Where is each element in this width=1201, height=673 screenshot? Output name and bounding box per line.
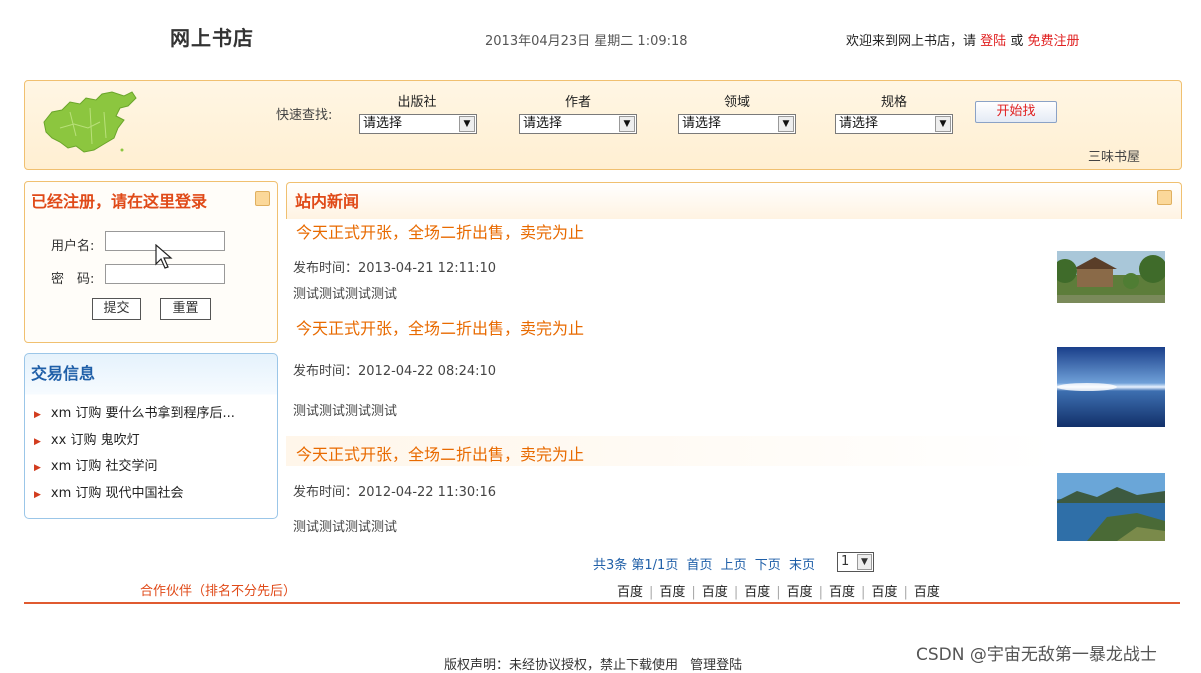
news-panel-header xyxy=(286,182,1182,219)
partner-link[interactable]: 百度 xyxy=(829,585,855,600)
bullet-icon: ▶ xyxy=(34,437,41,447)
page-select-value: 1 xyxy=(841,554,850,569)
news-body: 测试测试测试测试 xyxy=(293,520,398,535)
pager-summary: 共3条 第1/1页 xyxy=(593,558,679,573)
collapse-icon[interactable] xyxy=(255,191,270,206)
reset-button[interactable]: 重置 xyxy=(160,298,211,320)
pagination: 共3条 第1/1页 首页 上页 下页 末页 xyxy=(593,554,819,573)
login-link[interactable]: 登陆 xyxy=(980,34,1006,49)
mouse-cursor-icon xyxy=(155,244,173,269)
next-page-link[interactable]: 下页 xyxy=(755,558,781,573)
dropdown-arrow-icon[interactable]: ▼ xyxy=(459,116,475,132)
collapse-icon[interactable] xyxy=(1157,190,1172,205)
bullet-icon: ▶ xyxy=(34,463,41,473)
news-thumbnail-coast[interactable] xyxy=(1057,473,1165,541)
bullet-icon: ▶ xyxy=(34,490,41,500)
publisher-select[interactable]: 请选择 ▼ xyxy=(359,114,477,134)
partner-link[interactable]: 百度 xyxy=(659,585,685,600)
password-label: 密 码: xyxy=(51,272,95,287)
trade-item[interactable]: ▶ xm 订购 要什么书拿到程序后... xyxy=(34,402,235,421)
store-name: 三味书屋 xyxy=(1088,150,1141,165)
dropdown-arrow-icon[interactable]: ▼ xyxy=(857,554,872,570)
spec-select-value: 请选择 xyxy=(839,116,879,131)
partner-link[interactable]: 百度 xyxy=(744,585,770,600)
partner-link[interactable]: 百度 xyxy=(617,585,643,600)
news-body: 测试测试测试测试 xyxy=(293,287,398,302)
partner-links: 百度 | 百度 | 百度 | 百度 | 百度 | 百度 | 百度 | 百度 xyxy=(617,585,940,600)
field-label: 领域 xyxy=(723,95,750,110)
username-label: 用户名: xyxy=(51,239,95,254)
author-select-value: 请选择 xyxy=(523,116,563,131)
field-select[interactable]: 请选择 ▼ xyxy=(678,114,796,134)
publisher-select-value: 请选择 xyxy=(363,116,403,131)
register-link[interactable]: 免费注册 xyxy=(1027,34,1079,49)
news-title: 站内新闻 xyxy=(295,192,360,211)
trade-info-title: 交易信息 xyxy=(31,364,96,383)
submit-button[interactable]: 提交 xyxy=(92,298,141,320)
footer-text: 版权声明：未经协议授权，禁止下载使用 管理登陆 xyxy=(444,654,742,673)
author-label: 作者 xyxy=(564,95,591,110)
partners-label: 合作伙伴（排名不分先后） xyxy=(140,584,297,599)
trade-item[interactable]: ▶ xx 订购 鬼吹灯 xyxy=(34,429,140,448)
csdn-watermark: CSDN @宇宙无敌第一暴龙战士 xyxy=(916,645,1157,665)
news-thumbnail-village[interactable] xyxy=(1057,251,1165,303)
news-time: 发布时间：2012-04-22 08:24:10 xyxy=(293,364,497,379)
or-text: 或 xyxy=(1010,34,1024,49)
news-time: 发布时间：2013-04-21 12:11:10 xyxy=(293,261,497,276)
partner-link[interactable]: 百度 xyxy=(787,585,813,600)
news-headline[interactable]: 今天正式开张，全场二折出售，卖完为止 xyxy=(296,315,584,339)
dropdown-arrow-icon[interactable]: ▼ xyxy=(935,116,951,132)
spec-select[interactable]: 请选择 ▼ xyxy=(835,114,953,134)
welcome-bar: 欢迎来到网上书店，请 登陆 或 免费注册 xyxy=(846,30,1079,49)
footer-divider xyxy=(24,602,1180,604)
china-map-icon xyxy=(43,91,137,153)
news-thumbnail-ocean-sky[interactable] xyxy=(1057,347,1165,427)
spec-label: 规格 xyxy=(880,95,907,110)
field-select-value: 请选择 xyxy=(682,116,722,131)
quick-search-label: 快速查找: xyxy=(276,108,333,123)
dropdown-arrow-icon[interactable]: ▼ xyxy=(619,116,635,132)
trade-item[interactable]: ▶ xm 订购 现代中国社会 xyxy=(34,482,184,501)
start-search-button[interactable]: 开始找 xyxy=(975,101,1057,123)
prev-page-link[interactable]: 上页 xyxy=(721,558,747,573)
news-time: 发布时间：2012-04-22 11:30:16 xyxy=(293,485,497,500)
copyright-text: 版权声明：未经协议授权，禁止下载使用 xyxy=(444,658,679,673)
partner-link[interactable]: 百度 xyxy=(702,585,728,600)
site-title: 网上书店 xyxy=(170,26,254,50)
news-body: 测试测试测试测试 xyxy=(293,404,398,419)
login-title: 已经注册，请在这里登录 xyxy=(31,192,208,211)
publisher-label: 出版社 xyxy=(397,95,437,110)
partner-link[interactable]: 百度 xyxy=(914,585,940,600)
bullet-icon: ▶ xyxy=(34,410,41,420)
current-datetime: 2013年04月23日 星期二 1:09:18 xyxy=(485,34,688,49)
trade-item[interactable]: ▶ xm 订购 社交学问 xyxy=(34,455,158,474)
news-headline[interactable]: 今天正式开张，全场二折出售，卖完为止 xyxy=(296,219,584,243)
first-page-link[interactable]: 首页 xyxy=(686,558,712,573)
last-page-link[interactable]: 末页 xyxy=(789,558,815,573)
admin-login-link[interactable]: 管理登陆 xyxy=(690,658,742,673)
news-headline[interactable]: 今天正式开张，全场二折出售，卖完为止 xyxy=(296,441,584,465)
author-select[interactable]: 请选择 ▼ xyxy=(519,114,637,134)
welcome-text: 欢迎来到网上书店，请 xyxy=(846,34,977,49)
page-select[interactable]: 1 ▼ xyxy=(837,552,874,572)
partner-link[interactable]: 百度 xyxy=(871,585,897,600)
dropdown-arrow-icon[interactable]: ▼ xyxy=(778,116,794,132)
